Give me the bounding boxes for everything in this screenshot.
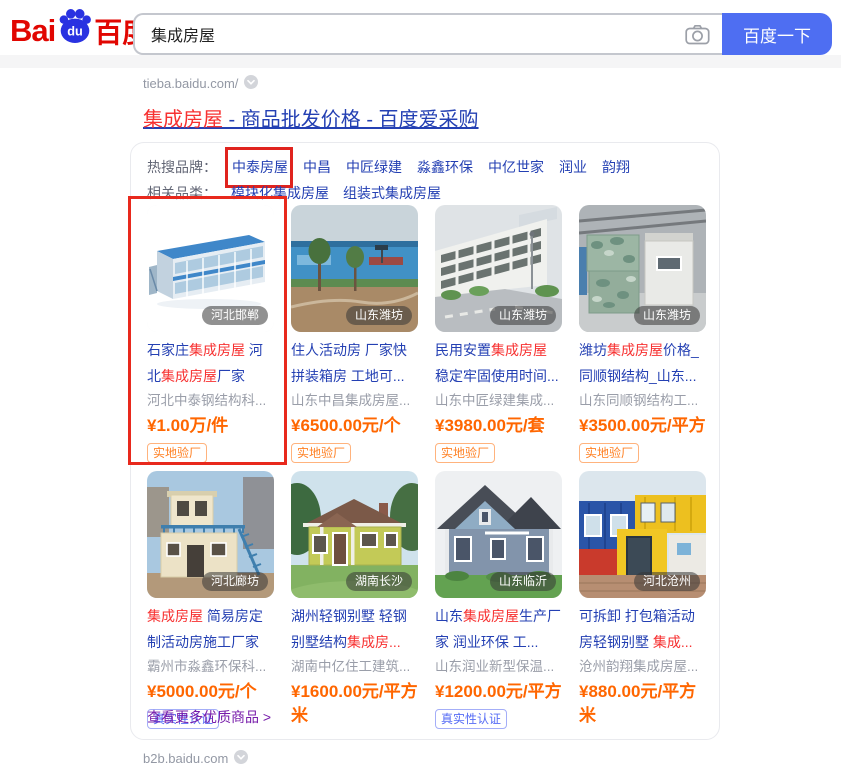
product-title[interactable]: 潍坊集成房屋价格_同顺钢结构_山东... — [579, 337, 706, 389]
header-divider-band — [0, 55, 841, 68]
product-title[interactable]: 住人活动房 厂家快拼装箱房 工地可... — [291, 337, 418, 389]
product-company: 沧州韵翔集成房屋... — [579, 657, 706, 677]
product-grid: 河北邯郸 石家庄集成房屋 河北集成房屋厂家 河北中泰钢结构科... ¥1.00万… — [147, 205, 706, 729]
product-title[interactable]: 民用安置集成房屋 稳定牢固使用时间... — [435, 337, 562, 389]
product-photo-blue-villa[interactable]: 山东临沂 — [435, 471, 562, 598]
product-photo-factory[interactable]: 山东潍坊 — [291, 205, 418, 332]
verification-badge: 真实性认证 — [435, 709, 507, 729]
source-url-top: tieba.baidu.com/ — [143, 76, 238, 91]
svg-text:du: du — [67, 24, 83, 38]
product-title[interactable]: 可拆卸 打包箱活动房轻钢别墅 集成... — [579, 603, 706, 655]
source-url-bottom: b2b.baidu.com — [143, 751, 228, 766]
chevron-down-icon[interactable] — [244, 75, 258, 92]
location-badge: 湖南长沙 — [346, 572, 412, 591]
product-company: 霸州市淼鑫环保科... — [147, 657, 274, 677]
categories-label: 相关品类： — [147, 182, 217, 204]
brand-link-3[interactable]: 淼鑫环保 — [417, 156, 473, 178]
search-button[interactable]: 百度一下 — [722, 13, 832, 55]
product-title[interactable]: 石家庄集成房屋 河北集成房屋厂家 — [147, 337, 274, 389]
result-panel: 热搜品牌： 中泰房屋 中昌 中匠绿建 淼鑫环保 中亿世家 润业 韵翔 相关品类：… — [130, 142, 720, 740]
location-badge: 山东临沂 — [490, 572, 556, 591]
search-bar: 百度一下 — [133, 13, 832, 55]
annotation-box-brand: 中泰房屋 — [232, 156, 288, 178]
product-photo-prefab-render[interactable]: 河北邯郸 — [147, 205, 274, 332]
product-company: 湖南中亿住工建筑... — [291, 657, 418, 677]
product-photo-container-house[interactable]: 河北廊坊 — [147, 471, 274, 598]
brand-link-2[interactable]: 中匠绿建 — [346, 156, 402, 178]
product-title[interactable]: 山东集成房屋生产厂家 润业环保 工... — [435, 603, 562, 655]
product-card-4[interactable]: 山东潍坊 潍坊集成房屋价格_同顺钢结构_山东... 山东同顺钢结构工... ¥3… — [579, 205, 706, 463]
brand-link-4[interactable]: 中亿世家 — [488, 156, 544, 178]
brands-label: 热搜品牌： — [147, 156, 217, 178]
brand-link-6[interactable]: 韵翔 — [602, 156, 630, 178]
see-more-link[interactable]: 查看更多优质商品 > — [147, 707, 271, 727]
product-price: ¥3500.00元/平方 — [579, 414, 706, 438]
product-card-3[interactable]: 山东潍坊 民用安置集成房屋 稳定牢固使用时间... 山东中匠绿建集成... ¥3… — [435, 205, 562, 463]
product-card-1[interactable]: 河北邯郸 石家庄集成房屋 河北集成房屋厂家 河北中泰钢结构科... ¥1.00万… — [147, 205, 274, 463]
verification-badge: 实地验厂 — [147, 443, 207, 463]
product-company: 山东中匠绿建集成... — [435, 391, 562, 411]
product-card-8[interactable]: 河北沧州 可拆卸 打包箱活动房轻钢别墅 集成... 沧州韵翔集成房屋... ¥8… — [579, 471, 706, 729]
source-row-top: tieba.baidu.com/ — [143, 75, 258, 92]
product-card-7[interactable]: 山东临沂 山东集成房屋生产厂家 润业环保 工... 山东润业新型保温... ¥1… — [435, 471, 562, 729]
verification-badge: 实地验厂 — [435, 443, 495, 463]
product-price: ¥5000.00元/个 — [147, 680, 274, 704]
product-price: ¥3980.00元/套 — [435, 414, 562, 438]
verification-badge: 实地验厂 — [579, 443, 639, 463]
baidu-paw-icon: du — [57, 8, 93, 49]
product-title[interactable]: 湖州轻钢别墅 轻钢别墅结构集成房... — [291, 603, 418, 655]
product-company: 山东润业新型保温... — [435, 657, 562, 677]
product-card-5[interactable]: 河北廊坊 集成房屋 简易房定制活动房施工厂家 霸州市淼鑫环保科... ¥5000… — [147, 471, 274, 729]
location-badge: 河北邯郸 — [202, 306, 268, 325]
related-categories-row: 相关品类： 模块化集成房屋 组装式集成房屋 — [147, 182, 441, 204]
category-link-1[interactable]: 组装式集成房屋 — [343, 182, 441, 204]
logo-text-bai: Bai — [10, 13, 55, 49]
product-company: 山东中昌集成房屋... — [291, 391, 418, 411]
product-photo-colorful-containers[interactable]: 河北沧州 — [579, 471, 706, 598]
source-row-bottom: b2b.baidu.com — [143, 750, 248, 767]
product-company: 山东同顺钢结构工... — [579, 391, 706, 411]
brand-link-0[interactable]: 中泰房屋 — [232, 159, 288, 175]
location-badge: 河北廊坊 — [202, 572, 268, 591]
product-price: ¥1200.00元/平方 — [435, 680, 562, 704]
product-card-6[interactable]: 湖南长沙 湖州轻钢别墅 轻钢别墅结构集成房... 湖南中亿住工建筑... ¥16… — [291, 471, 418, 729]
location-badge: 河北沧州 — [634, 572, 700, 591]
brand-link-1[interactable]: 中昌 — [303, 156, 331, 178]
product-photo-villa-render[interactable]: 湖南长沙 — [291, 471, 418, 598]
product-title[interactable]: 集成房屋 简易房定制活动房施工厂家 — [147, 603, 274, 655]
product-price: ¥1.00万/件 — [147, 414, 274, 438]
product-price: ¥880.00元/平方米 — [579, 680, 706, 728]
product-price: ¥1600.00元/平方米 — [291, 680, 418, 728]
search-input[interactable] — [133, 13, 723, 55]
baidu-logo[interactable]: Bai du 百度 — [10, 10, 150, 52]
location-badge: 山东潍坊 — [634, 306, 700, 325]
product-price: ¥6500.00元/个 — [291, 414, 418, 438]
chevron-down-icon[interactable] — [234, 750, 248, 767]
product-company: 河北中泰钢结构科... — [147, 391, 274, 411]
category-link-0[interactable]: 模块化集成房屋 — [231, 182, 329, 204]
camera-icon[interactable] — [685, 24, 710, 50]
result-title-link[interactable]: 集成房屋 - 商品批发价格 - 百度爱采购 — [143, 107, 479, 133]
product-card-2[interactable]: 山东潍坊 住人活动房 厂家快拼装箱房 工地可... 山东中昌集成房屋... ¥6… — [291, 205, 418, 463]
location-badge: 山东潍坊 — [490, 306, 556, 325]
product-photo-containers-workshop[interactable]: 山东潍坊 — [579, 205, 706, 332]
hot-brands-row: 热搜品牌： 中泰房屋 中昌 中匠绿建 淼鑫环保 中亿世家 润业 韵翔 — [147, 156, 630, 178]
location-badge: 山东潍坊 — [346, 306, 412, 325]
product-photo-white-building[interactable]: 山东潍坊 — [435, 205, 562, 332]
brand-link-5[interactable]: 润业 — [559, 156, 587, 178]
verification-badge: 实地验厂 — [291, 443, 351, 463]
